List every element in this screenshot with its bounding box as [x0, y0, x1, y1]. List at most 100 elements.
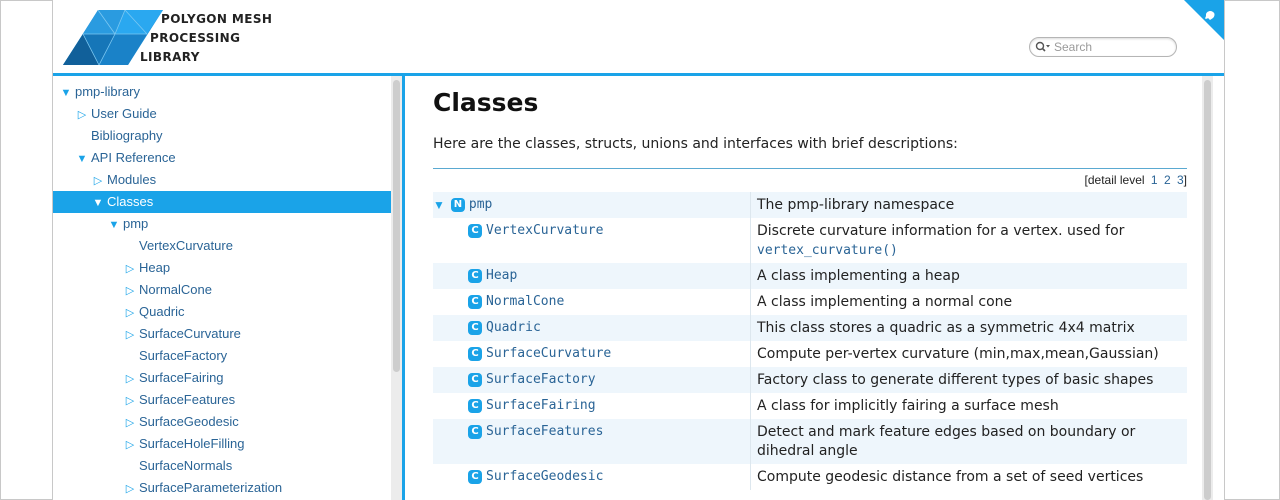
sidebar-item-pmp[interactable]: ▼ pmp	[53, 213, 391, 235]
class-name-cell: C VertexCurvature	[433, 218, 751, 263]
sidebar-item-label: SurfaceFactory	[139, 348, 228, 363]
class-name-cell: C Quadric	[433, 315, 751, 341]
main-content: Classes Here are the classes, structs, u…	[405, 76, 1224, 500]
class-link[interactable]: NormalCone	[486, 294, 564, 309]
class-name-cell: C Heap	[433, 263, 751, 289]
collapsed-arrow-icon[interactable]: ▷	[122, 302, 138, 324]
sidebar-item-label: SurfaceNormals	[139, 458, 233, 473]
collapsed-arrow-icon[interactable]: ▷	[90, 170, 106, 192]
detail-level-1-link[interactable]: 1	[1151, 173, 1158, 187]
class-name-cell: C SurfaceFeatures	[433, 419, 751, 464]
logo-line-1: POLYGON MESH	[161, 12, 273, 26]
sidebar-item-label: pmp-library	[75, 84, 141, 99]
class-description: Detect and mark feature edges based on b…	[757, 424, 1136, 459]
logo-line-2: PROCESSING	[150, 31, 241, 45]
sidebar-item-bibliography[interactable]: Bibliography	[53, 125, 391, 147]
sidebar-item-label: SurfaceCurvature	[139, 326, 241, 341]
github-corner-icon[interactable]	[1184, 0, 1224, 40]
sidebar-item-surfacefactory[interactable]: SurfaceFactory	[53, 345, 391, 367]
sidebar-item-surfacefeatures[interactable]: ▷ SurfaceFeatures	[53, 389, 391, 411]
sidebar-item-surfaceholefilling[interactable]: ▷ SurfaceHoleFilling	[53, 433, 391, 455]
class-link[interactable]: pmp	[469, 197, 492, 212]
sidebar-item-surfacecurvature[interactable]: ▷ SurfaceCurvature	[53, 323, 391, 345]
class-badge-icon: C	[468, 372, 482, 387]
expanded-arrow-icon[interactable]: ▼	[58, 82, 74, 104]
sidebar-nav: ▼ pmp-library ▷ User Guide Bibliography ▼ API …	[53, 76, 405, 500]
sidebar-item-pmp-library[interactable]: ▼ pmp-library	[53, 81, 391, 103]
collapsed-arrow-icon[interactable]: ▷	[122, 390, 138, 412]
sidebar-item-label: SurfaceParameterization	[139, 480, 283, 495]
class-description: Compute per-vertex curvature (min,max,me…	[757, 346, 1159, 362]
table-row: C SurfaceGeodesic Compute geodesic distanc…	[433, 464, 1187, 490]
sidebar-item-surfacegeodesic[interactable]: ▷ SurfaceGeodesic	[53, 411, 391, 433]
class-link[interactable]: SurfaceFactory	[486, 372, 596, 387]
collapsed-arrow-icon[interactable]: ▷	[122, 324, 138, 346]
class-badge-icon: C	[468, 223, 482, 238]
sidebar-item-normalcone[interactable]: ▷ NormalCone	[53, 279, 391, 301]
class-link[interactable]: SurfaceFairing	[486, 398, 596, 413]
sidebar-item-label: pmp	[123, 216, 149, 231]
sidebar-scrollbar[interactable]	[391, 76, 402, 500]
sidebar-item-label: VertexCurvature	[139, 238, 233, 253]
class-table: ▼ Npmp The pmp-library namespace C VertexCur…	[433, 192, 1187, 490]
sidebar-item-label: SurfaceHoleFilling	[139, 436, 245, 451]
search-box[interactable]	[1029, 37, 1177, 57]
main-scrollbar-thumb[interactable]	[1204, 80, 1211, 500]
sidebar-item-modules[interactable]: ▷ Modules	[53, 169, 391, 191]
class-badge-icon: C	[468, 268, 482, 283]
divider	[433, 168, 1187, 169]
table-row: C SurfaceFactory Factory class to generate…	[433, 367, 1187, 393]
sidebar-item-surfacefairing[interactable]: ▷ SurfaceFairing	[53, 367, 391, 389]
sidebar-item-surfaceparameterization[interactable]: ▷ SurfaceParameterization	[53, 477, 391, 499]
sidebar-item-api-reference[interactable]: ▼ API Reference	[53, 147, 391, 169]
class-link[interactable]: SurfaceFeatures	[486, 424, 603, 439]
class-description-cell: A class implementing a normal cone	[751, 289, 1187, 315]
expanded-arrow-icon[interactable]: ▼	[74, 148, 90, 170]
table-row: C SurfaceCurvature Compute per-vertex curv…	[433, 341, 1187, 367]
sidebar-item-label: SurfaceFeatures	[139, 392, 236, 407]
sidebar-item-label: Heap	[139, 260, 171, 275]
class-link[interactable]: SurfaceCurvature	[486, 346, 611, 361]
collapsed-arrow-icon[interactable]: ▷	[122, 434, 138, 456]
detail-level-2-link[interactable]: 2	[1164, 173, 1171, 187]
search-icon[interactable]	[1032, 41, 1054, 53]
sidebar-item-quadric[interactable]: ▷ Quadric	[53, 301, 391, 323]
sidebar-item-classes[interactable]: ▼ Classes	[53, 191, 391, 213]
class-description: Compute geodesic distance from a set of …	[757, 469, 1144, 485]
collapsed-arrow-icon[interactable]: ▷	[122, 478, 138, 500]
expanded-arrow-icon[interactable]: ▼	[106, 214, 122, 236]
collapsed-arrow-icon[interactable]: ▷	[122, 280, 138, 302]
expanded-arrow-icon[interactable]: ▼	[90, 192, 106, 214]
main-scrollbar[interactable]	[1202, 76, 1213, 500]
collapsed-arrow-icon[interactable]: ▷	[74, 104, 90, 126]
class-badge-icon: C	[468, 294, 482, 309]
class-link[interactable]: VertexCurvature	[486, 223, 603, 238]
class-description-cell: This class stores a quadric as a symmetr…	[751, 315, 1187, 341]
class-link[interactable]: SurfaceGeodesic	[486, 469, 603, 484]
collapsed-arrow-icon[interactable]: ▷	[122, 412, 138, 434]
search-input[interactable]	[1054, 40, 1169, 54]
class-name-cell: ▼ Npmp	[433, 192, 751, 218]
table-row: C Heap A class implementing a heap	[433, 263, 1187, 289]
nav-tree: ▼ pmp-library ▷ User Guide Bibliography ▼ API …	[53, 81, 391, 499]
collapsed-arrow-icon[interactable]: ▷	[122, 368, 138, 390]
sidebar-item-vertexcurvature[interactable]: VertexCurvature	[53, 235, 391, 257]
detail-level-3-link[interactable]: 3	[1177, 173, 1184, 187]
detail-level-label: [detail level	[1084, 173, 1145, 187]
sidebar-item-user-guide[interactable]: ▷ User Guide	[53, 103, 391, 125]
class-badge-icon: C	[468, 346, 482, 361]
sidebar-item-heap[interactable]: ▷ Heap	[53, 257, 391, 279]
sidebar-item-surfacenormals[interactable]: SurfaceNormals	[53, 455, 391, 477]
collapsed-arrow-icon[interactable]: ▷	[122, 258, 138, 280]
logo-text: POLYGON MESH PROCESSING LIBRARY	[139, 10, 272, 67]
function-link[interactable]: vertex_curvature()	[757, 243, 898, 258]
expand-arrow-icon[interactable]: ▼	[433, 198, 445, 212]
sidebar-scrollbar-thumb[interactable]	[393, 80, 400, 372]
class-description-cell: A class implementing a heap	[751, 263, 1187, 289]
class-link[interactable]: Heap	[486, 268, 517, 283]
class-link[interactable]: Quadric	[486, 320, 541, 335]
class-badge-icon: C	[468, 320, 482, 335]
table-row: ▼ Npmp The pmp-library namespace	[433, 192, 1187, 218]
class-name-cell: C NormalCone	[433, 289, 751, 315]
sidebar-item-label: User Guide	[91, 106, 157, 121]
